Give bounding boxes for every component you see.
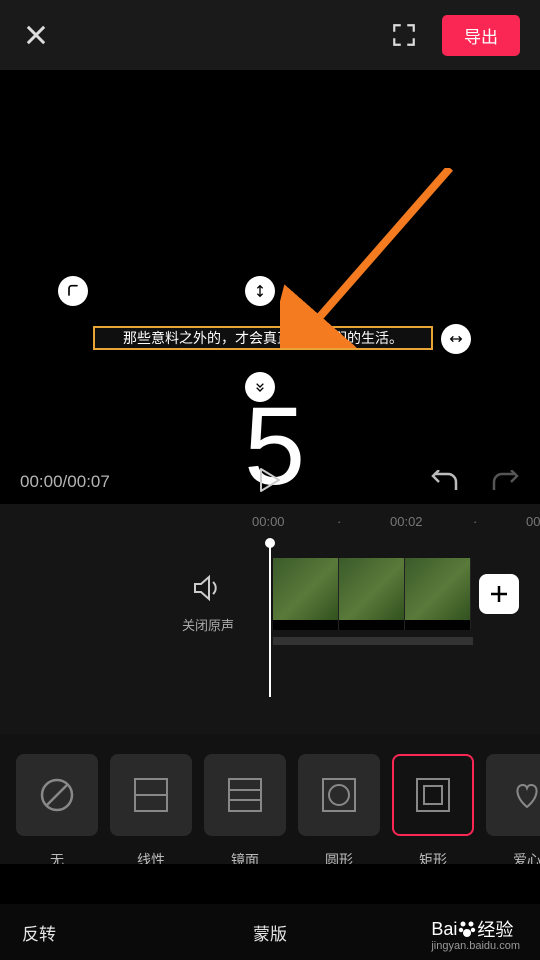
paw-icon — [457, 919, 477, 939]
export-button[interactable]: 导出 — [442, 15, 520, 56]
subtitle-text: 那些意料之外的，才会真正改变我们的生活。 — [123, 328, 403, 348]
watermark: Bai 经验 jingyan.baidu.com — [431, 916, 520, 952]
timeline[interactable]: 00:00 · 00:02 · 00 关闭原声 — [0, 504, 540, 734]
mask-label: 爱心 — [513, 850, 540, 864]
mask-option-mirror[interactable]: 镜面 — [204, 754, 286, 864]
mask-label: 矩形 — [419, 850, 447, 864]
mask-option-rect[interactable]: 矩形 — [392, 754, 474, 864]
play-icon — [259, 467, 281, 493]
video-track[interactable] — [273, 558, 533, 630]
top-bar: 导出 — [0, 0, 540, 70]
clip-thumbnail[interactable] — [405, 558, 471, 630]
clip-thumbnail[interactable] — [273, 558, 339, 630]
mask-label: 镜面 — [231, 850, 259, 864]
fullscreen-button[interactable] — [390, 21, 418, 49]
mirror-icon — [223, 773, 267, 817]
secondary-track[interactable] — [273, 637, 473, 645]
rect-icon — [411, 773, 455, 817]
mute-label: 关闭原声 — [166, 615, 250, 634]
playback-controls: 00:00/00:07 — [0, 460, 540, 504]
heart-icon — [505, 773, 540, 817]
mask-label: 线性 — [137, 850, 165, 864]
horizontal-arrows-icon — [448, 331, 464, 347]
time-display: 00:00/00:07 — [20, 472, 110, 492]
mask-option-heart[interactable]: 爱心 — [486, 754, 540, 864]
none-icon — [37, 775, 77, 815]
annotation-arrow — [280, 168, 460, 348]
mask-shape-options: 无 线性 镜面 圆形 矩形 爱心 — [0, 734, 540, 864]
topbar-right: 导出 — [390, 15, 520, 56]
speaker-icon — [193, 574, 223, 602]
add-clip-button[interactable] — [479, 574, 519, 614]
play-button[interactable] — [259, 467, 281, 498]
handle-vertical[interactable] — [245, 276, 275, 306]
corner-icon — [65, 283, 81, 299]
fullscreen-icon — [391, 22, 417, 48]
vertical-arrows-icon — [252, 283, 268, 299]
bottom-bar: 反转 蒙版 Bai 经验 jingyan.baidu.com — [0, 904, 540, 960]
mask-label: 圆形 — [325, 850, 353, 864]
mask-option-none[interactable]: 无 — [16, 754, 98, 864]
invert-button[interactable]: 反转 — [22, 920, 56, 945]
linear-icon — [129, 773, 173, 817]
mute-audio-button[interactable]: 关闭原声 — [166, 574, 250, 634]
video-preview[interactable]: 那些意料之外的，才会真正改变我们的生活。 5 00:00/00:07 — [0, 70, 540, 504]
playhead[interactable] — [269, 542, 271, 697]
close-icon — [22, 21, 50, 49]
undo-button[interactable] — [430, 470, 460, 494]
circle-icon — [317, 773, 361, 817]
mask-label: 无 — [50, 850, 64, 864]
clip-thumbnail[interactable] — [339, 558, 405, 630]
plus-icon — [488, 583, 510, 605]
panel-title: 蒙版 — [253, 920, 287, 945]
mask-option-circle[interactable]: 圆形 — [298, 754, 380, 864]
mask-option-linear[interactable]: 线性 — [110, 754, 192, 864]
undo-redo-group — [430, 470, 520, 494]
time-ruler: 00:00 · 00:02 · 00 — [0, 504, 540, 538]
subtitle-box[interactable]: 那些意料之外的，才会真正改变我们的生活。 — [93, 326, 433, 350]
close-button[interactable] — [20, 19, 52, 51]
redo-button[interactable] — [490, 470, 520, 494]
handle-corner[interactable] — [58, 276, 88, 306]
handle-horizontal[interactable] — [441, 324, 471, 354]
